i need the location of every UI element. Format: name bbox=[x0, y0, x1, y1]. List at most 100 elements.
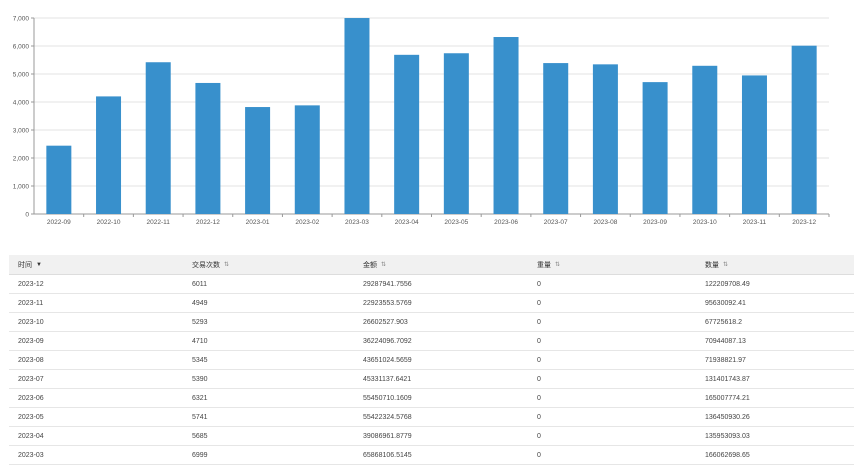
bar-2023-04[interactable] bbox=[394, 54, 420, 214]
cell-quantity: 131401743.87 bbox=[696, 369, 854, 389]
bar-2023-06[interactable] bbox=[493, 37, 519, 215]
x-tick-label: 2022-10 bbox=[97, 219, 121, 226]
bar-2022-11[interactable] bbox=[145, 62, 171, 214]
bar-2022-10[interactable] bbox=[96, 96, 122, 214]
table-row[interactable]: 2023-05 5741 55422324.5768 0 136450930.26 bbox=[9, 407, 854, 427]
cell-trade-count: 4710 bbox=[183, 331, 354, 351]
x-tick-label: 2023-01 bbox=[246, 219, 270, 226]
sort-icon[interactable]: ⇅ bbox=[723, 261, 728, 268]
sort-icon[interactable]: ⇅ bbox=[555, 261, 560, 268]
cell-time: 2023-04 bbox=[9, 426, 183, 446]
cell-weight: 0 bbox=[528, 388, 696, 408]
bar-2023-12[interactable] bbox=[791, 45, 817, 214]
cell-weight: 0 bbox=[528, 331, 696, 351]
cell-time: 2023-08 bbox=[9, 350, 183, 370]
cell-quantity: 71938821.97 bbox=[696, 350, 854, 370]
table-row[interactable]: 2023-04 5685 39086961.8779 0 135953093.03 bbox=[9, 426, 854, 446]
table-row[interactable]: 2023-12 6011 29287941.7556 0 122209708.49 bbox=[9, 274, 854, 294]
cell-quantity: 165007774.21 bbox=[696, 388, 854, 408]
cell-trade-count: 5345 bbox=[183, 350, 354, 370]
data-table-panel: 时间 ▼ 交易次数 ⇅ 金额 ⇅ 重量 ⇅ 数量 ⇅ 2023-12 6011 29287941.75… bbox=[9, 255, 854, 467]
cell-quantity: 135953093.03 bbox=[696, 426, 854, 446]
cell-time: 2023-12 bbox=[9, 274, 183, 294]
y-tick-label: 3,000 bbox=[13, 127, 30, 134]
cell-weight: 0 bbox=[528, 445, 696, 465]
table-row[interactable]: 2023-10 5293 26602527.903 0 67725618.2 bbox=[9, 312, 854, 332]
cell-time: 2023-03 bbox=[9, 445, 183, 465]
table-row[interactable]: 2023-11 4949 22923553.5769 0 95630092.41 bbox=[9, 293, 854, 313]
bar-2022-12[interactable] bbox=[195, 82, 221, 215]
x-tick-label: 2023-03 bbox=[345, 219, 369, 226]
table-row[interactable]: 2023-06 6321 55450710.1609 0 165007774.21 bbox=[9, 388, 854, 408]
cell-amount: 29287941.7556 bbox=[354, 274, 528, 294]
x-tick-label: 2023-09 bbox=[643, 219, 667, 226]
bar-2023-01[interactable] bbox=[245, 107, 271, 214]
x-tick-label: 2023-04 bbox=[395, 219, 419, 226]
cell-time: 2023-09 bbox=[9, 331, 183, 351]
cell-weight: 0 bbox=[528, 407, 696, 427]
bar-2023-02[interactable] bbox=[294, 105, 320, 214]
bar-2023-10[interactable] bbox=[692, 65, 718, 215]
cell-amount: 55450710.1609 bbox=[354, 388, 528, 408]
table-row[interactable]: 2023-03 6999 65868106.5145 0 166062698.65 bbox=[9, 445, 854, 465]
cell-weight: 0 bbox=[528, 369, 696, 389]
cell-trade-count: 5390 bbox=[183, 369, 354, 389]
y-tick-label: 6,000 bbox=[13, 43, 30, 50]
bar-2023-07[interactable] bbox=[543, 63, 569, 214]
bar-2022-09[interactable] bbox=[46, 145, 72, 214]
table-row[interactable]: 2023-08 5345 43651024.5659 0 71938821.97 bbox=[9, 350, 854, 370]
bar-2023-09[interactable] bbox=[642, 82, 668, 215]
cell-amount: 26602527.903 bbox=[354, 312, 528, 332]
bar-2023-05[interactable] bbox=[443, 53, 469, 214]
column-header-time[interactable]: 时间 ▼ bbox=[9, 255, 183, 275]
cell-trade-count: 5685 bbox=[183, 426, 354, 446]
cell-amount: 65868106.5145 bbox=[354, 445, 528, 465]
bar-chart-svg: 0 1,000 2,000 3,000 4,000 5,000 6,000 7,000 2022… bbox=[13, 15, 830, 226]
x-tick-label: 2023-02 bbox=[295, 219, 319, 226]
sort-descending-icon[interactable]: ▼ bbox=[36, 262, 42, 268]
x-tick-label: 2023-05 bbox=[444, 219, 468, 226]
cell-amount: 45331137.6421 bbox=[354, 369, 528, 389]
cell-weight: 0 bbox=[528, 274, 696, 294]
bar-2023-11[interactable] bbox=[741, 75, 767, 214]
bar-2023-03[interactable] bbox=[344, 18, 370, 214]
table-row[interactable]: 2023-09 4710 36224096.7092 0 70944087.13 bbox=[9, 331, 854, 351]
cell-trade-count: 6321 bbox=[183, 388, 354, 408]
monthly-bar-chart: 0 1,000 2,000 3,000 4,000 5,000 6,000 7,000 2022… bbox=[0, 0, 860, 232]
y-tick-label: 1,000 bbox=[13, 183, 30, 190]
y-tick-label: 7,000 bbox=[13, 15, 30, 22]
cell-trade-count: 5293 bbox=[183, 312, 354, 332]
sort-icon[interactable]: ⇅ bbox=[381, 261, 386, 268]
cell-time: 2023-06 bbox=[9, 388, 183, 408]
column-header-amount[interactable]: 金额 ⇅ bbox=[354, 255, 528, 275]
bar-2023-08[interactable] bbox=[592, 64, 618, 214]
column-header-label: 重量 bbox=[537, 261, 551, 269]
x-tick-label: 2023-07 bbox=[544, 219, 568, 226]
table-row[interactable]: 2023-07 5390 45331137.6421 0 131401743.87 bbox=[9, 369, 854, 389]
cell-time: 2023-11 bbox=[9, 293, 183, 313]
x-tick-label: 2022-09 bbox=[47, 219, 71, 226]
table-body: 2023-12 6011 29287941.7556 0 122209708.49 202… bbox=[9, 274, 854, 465]
x-tick-label: 2022-11 bbox=[147, 219, 171, 226]
cell-trade-count: 6999 bbox=[183, 445, 354, 465]
cell-weight: 0 bbox=[528, 312, 696, 332]
data-table: 时间 ▼ 交易次数 ⇅ 金额 ⇅ 重量 ⇅ 数量 ⇅ 2023-12 6011 29287941.75… bbox=[9, 255, 854, 465]
column-header-label: 金额 bbox=[363, 261, 377, 269]
column-header-quantity[interactable]: 数量 ⇅ bbox=[696, 255, 854, 275]
column-header-weight[interactable]: 重量 ⇅ bbox=[528, 255, 696, 275]
column-header-trade-count[interactable]: 交易次数 ⇅ bbox=[183, 255, 354, 275]
cell-quantity: 136450930.26 bbox=[696, 407, 854, 427]
cell-trade-count: 4949 bbox=[183, 293, 354, 313]
cell-quantity: 122209708.49 bbox=[696, 274, 854, 294]
table-header: 时间 ▼ 交易次数 ⇅ 金额 ⇅ 重量 ⇅ 数量 ⇅ bbox=[9, 255, 854, 275]
column-header-label: 时间 bbox=[18, 261, 32, 269]
cell-time: 2023-07 bbox=[9, 369, 183, 389]
cell-time: 2023-05 bbox=[9, 407, 183, 427]
y-tick-label: 2,000 bbox=[13, 155, 30, 162]
cell-amount: 55422324.5768 bbox=[354, 407, 528, 427]
sort-icon[interactable]: ⇅ bbox=[224, 261, 229, 268]
x-tick-label: 2023-08 bbox=[593, 219, 617, 226]
cell-trade-count: 5741 bbox=[183, 407, 354, 427]
x-tick-label: 2023-10 bbox=[693, 219, 717, 226]
cell-amount: 43651024.5659 bbox=[354, 350, 528, 370]
